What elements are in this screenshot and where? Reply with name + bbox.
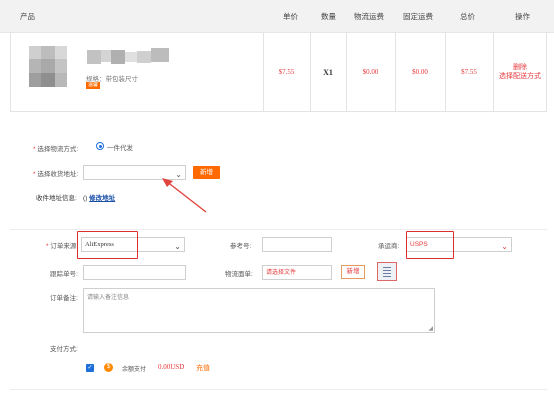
highlight-box	[77, 231, 138, 259]
highlight-box	[406, 231, 454, 259]
shipping-method-option[interactable]: 一件代发	[107, 142, 133, 152]
waybill-add-button[interactable]: 新增	[341, 265, 365, 279]
header-product: 产品	[20, 12, 35, 21]
quantity: X1	[323, 67, 333, 77]
header-quantity: 数量	[321, 12, 336, 21]
waybill-file-input[interactable]: 请选择文件	[262, 265, 332, 280]
spec-value: 带包装尺寸	[105, 76, 139, 83]
fixed-fee: $0.00	[412, 68, 428, 76]
carrier-label: 承运商:	[378, 243, 400, 250]
chevron-down-icon: ⌄	[174, 242, 181, 251]
address-label: * 选择收货地址:	[33, 171, 79, 178]
product-badge: 温馨	[86, 82, 101, 89]
payment-label: 支付方式:	[50, 346, 78, 353]
balance-label: 余额支付	[122, 367, 147, 373]
chevron-down-icon: ⌄	[501, 242, 508, 251]
balance-checkbox[interactable]: ✓	[86, 364, 94, 372]
section-divider	[10, 389, 547, 390]
edit-address-link[interactable]: 修改地址	[89, 195, 115, 202]
choose-shipping-link[interactable]: 选择配送方式	[493, 72, 547, 81]
total-price: $7.55	[461, 68, 477, 76]
annotation-arrow-icon	[162, 178, 207, 213]
shipping-method-label: * 选择物流方式:	[33, 146, 79, 153]
header-total: 总价	[460, 12, 475, 21]
waybill-label: 物流面单:	[225, 271, 253, 278]
recharge-link[interactable]: 充值	[196, 363, 210, 373]
order-note-placeholder: 请输入备注信息	[87, 295, 130, 301]
reference-label: 参考号:	[230, 243, 252, 250]
tracking-label: 跟踪单号:	[50, 271, 78, 278]
address-info-value: ()	[83, 195, 88, 202]
shipping-fee: $0.00	[362, 68, 379, 76]
waybill-placeholder: 请选择文件	[266, 270, 297, 276]
resize-handle-icon[interactable]: ◢	[428, 325, 433, 332]
reference-input[interactable]	[262, 237, 332, 252]
product-thumbnail[interactable]	[29, 46, 69, 88]
waybill-image-thumbnail[interactable]	[377, 262, 397, 281]
header-fixed-fee: 固定运费	[403, 12, 433, 21]
table-header: 产品 单价 数量 物流运费 固定运费 总价 操作	[0, 0, 554, 33]
order-source-label: * 订单来源:	[46, 243, 79, 250]
tracking-input[interactable]	[83, 265, 186, 280]
shipping-method-radio[interactable]	[96, 142, 104, 150]
delete-link[interactable]: 删除	[493, 63, 547, 72]
order-note-label: 订单备注:	[50, 295, 78, 302]
address-info: () 修改地址	[83, 192, 115, 202]
order-note-textarea[interactable]: 请输入备注信息 ◢	[83, 288, 435, 333]
header-unit-price: 单价	[283, 12, 298, 21]
balance-icon: $	[104, 363, 113, 372]
address-info-label: 收件地址信息:	[36, 195, 77, 202]
unit-price: $7.55	[278, 68, 295, 76]
balance-amount: 0.00USD	[158, 363, 185, 371]
header-action: 操作	[515, 12, 530, 21]
header-shipping-fee: 物流运费	[354, 12, 384, 21]
product-title-blurred	[85, 48, 175, 66]
section-divider	[10, 229, 547, 230]
row-actions: 删除 选择配送方式	[493, 63, 547, 81]
